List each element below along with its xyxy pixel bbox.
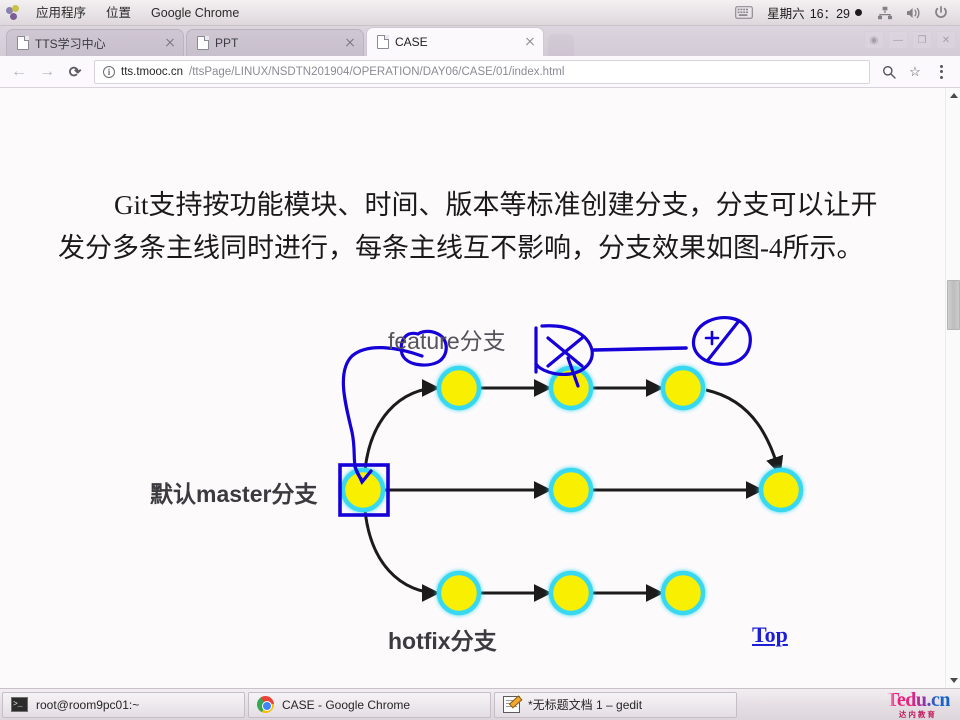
gedit-icon	[503, 696, 520, 713]
address-bar[interactable]: i tts.tmooc.cn /ttsPage/LINUX/NSDTN20190…	[94, 59, 870, 84]
tab-close-icon[interactable]	[163, 36, 177, 50]
browser-toolbar: ← → ⟳ i tts.tmooc.cn /ttsPage/LINUX/NSDT…	[0, 56, 960, 88]
taskbar-item-gedit[interactable]: *无标题文档 1 – gedit	[494, 691, 737, 718]
back-button[interactable]: ←	[6, 59, 32, 85]
arrow-from-feature-to-master-node	[341, 346, 424, 482]
tab-strip: TTS学习中心 PPT CASE ◉ — ❐ ✕	[0, 26, 960, 56]
figure-label-hotfix: hotfix分支	[388, 628, 497, 654]
terminal-icon	[11, 697, 28, 712]
maximize-icon: ❐	[917, 34, 927, 46]
url-host: tts.tmooc.cn	[121, 65, 183, 78]
network-icon[interactable]	[872, 0, 898, 26]
figure-label-master: 默认master分支	[150, 481, 318, 507]
tab-tts[interactable]: TTS学习中心	[6, 29, 184, 56]
forward-button[interactable]: →	[34, 59, 60, 85]
page-content: Git支持按功能模块、时间、版本等标准创建分支，分支可以让开发分多条主线同时进行…	[0, 88, 945, 688]
places-menu[interactable]: 位置	[96, 0, 141, 26]
page-favicon-icon	[197, 36, 209, 50]
body-paragraph: Git支持按功能模块、时间、版本等标准创建分支，分支可以让开发分多条主线同时进行…	[58, 190, 878, 263]
minimize-icon: —	[893, 34, 903, 46]
page-favicon-icon	[377, 35, 389, 49]
tab-label: CASE	[395, 35, 428, 49]
branch-diagram-figure: feature分支 默认master分支 hotfix分支 Top	[150, 310, 830, 665]
scroll-up-arrow-icon[interactable]	[946, 88, 960, 103]
reload-button[interactable]: ⟳	[62, 59, 88, 85]
screen: 应用程序 位置 Google Chrome 星期六 16：29 TTS学习中心 …	[0, 0, 960, 720]
scrollbar-thumb[interactable]	[947, 280, 960, 330]
clock-time: 16：29	[809, 7, 850, 21]
chrome-window: TTS学习中心 PPT CASE ◉ — ❐ ✕ ← → ⟳ i tts.tmo…	[0, 26, 960, 688]
clock-day: 星期六	[767, 7, 805, 21]
panel-tray: 星期六 16：29	[731, 0, 960, 26]
tab-close-icon[interactable]	[523, 35, 537, 49]
keyboard-indicator-icon[interactable]	[731, 0, 757, 26]
horizontal-connector-line	[592, 346, 688, 352]
close-icon: ✕	[941, 34, 951, 46]
applications-menu[interactable]: 应用程序	[26, 0, 96, 26]
tedu-watermark-logo: Tedu.cn 达内教育	[886, 690, 952, 719]
top-anchor-link[interactable]: Top	[752, 622, 788, 648]
url-path: /ttsPage/LINUX/NSDTN201904/OPERATION/DAY…	[189, 65, 565, 78]
gnome-foot-icon	[0, 0, 26, 26]
page-favicon-icon	[17, 36, 29, 50]
profile-button[interactable]: ◉	[864, 31, 884, 49]
window-controls: ◉ — ❐ ✕	[864, 31, 956, 49]
taskbar-item-label: *无标题文档 1 – gedit	[528, 698, 643, 712]
taskbar-item-chrome[interactable]: CASE - Google Chrome	[248, 691, 491, 718]
toolbar-right: ☆	[876, 59, 954, 85]
site-info-icon[interactable]: i	[103, 65, 115, 78]
tab-label: PPT	[215, 36, 239, 50]
minimize-button[interactable]: —	[888, 31, 908, 49]
figure-label-feature: feature分支	[388, 328, 506, 354]
chrome-icon	[257, 696, 274, 713]
profile-icon: ◉	[869, 34, 879, 46]
tab-label: TTS学习中心	[35, 36, 106, 51]
tedu-logo-subtext: 达内教育	[898, 710, 937, 720]
window-title-menu[interactable]: Google Chrome	[141, 0, 249, 26]
power-icon[interactable]	[928, 0, 954, 26]
page-viewport: Git支持按功能模块、时间、版本等标准创建分支，分支可以让开发分多条主线同时进行…	[0, 88, 960, 688]
gnome-top-panel: 应用程序 位置 Google Chrome 星期六 16：29	[0, 0, 960, 26]
volume-icon[interactable]	[900, 0, 926, 26]
kebab-menu-icon[interactable]	[928, 59, 954, 85]
page-scrollbar-vertical[interactable]	[945, 88, 960, 688]
hexagon-plus-glyph	[704, 330, 720, 346]
clock-area[interactable]: 星期六 16：29	[759, 3, 870, 22]
close-button[interactable]: ✕	[936, 31, 956, 49]
taskbar-item-label: root@room9pc01:~	[36, 697, 140, 712]
new-tab-button[interactable]	[548, 34, 574, 56]
maximize-button[interactable]: ❐	[912, 31, 932, 49]
desktop-taskbar: root@room9pc01:~ CASE - Google Chrome *无…	[0, 688, 960, 720]
recording-indicator-dot	[855, 9, 862, 16]
taskbar-item-terminal[interactable]: root@room9pc01:~	[2, 691, 245, 718]
tedu-logo-text: Tedu.cn	[885, 689, 951, 712]
tab-close-icon[interactable]	[343, 36, 357, 50]
tab-ppt[interactable]: PPT	[186, 29, 364, 56]
scroll-down-arrow-icon[interactable]	[946, 673, 960, 688]
search-icon[interactable]	[876, 59, 902, 85]
tab-case[interactable]: CASE	[366, 27, 544, 56]
taskbar-item-label: CASE - Google Chrome	[282, 697, 411, 712]
bookmark-star-icon[interactable]: ☆	[902, 59, 928, 85]
